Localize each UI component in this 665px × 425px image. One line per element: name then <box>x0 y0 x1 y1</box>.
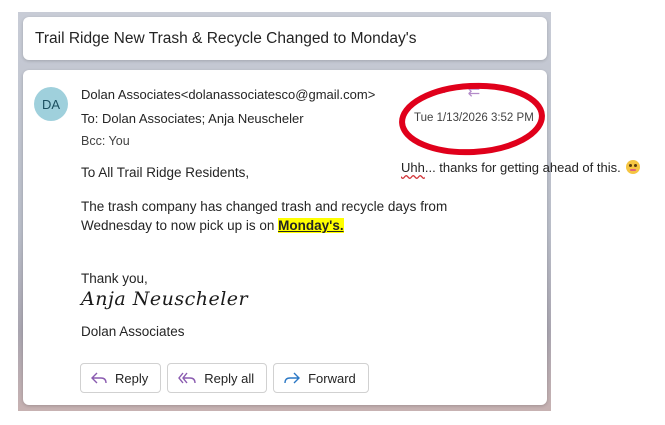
red-circle-annotation <box>399 82 545 156</box>
forward-arrow-icon <box>284 372 301 384</box>
closing: Thank you, <box>81 271 148 286</box>
flushed-face-icon <box>625 160 640 174</box>
signature: Anja Neuscheler <box>81 288 249 310</box>
recipients[interactable]: To: Dolan Associates; Anja Neuscheler <box>81 111 304 126</box>
company-name: Dolan Associates <box>81 324 185 339</box>
reply-all-label: Reply all <box>204 370 255 386</box>
forward-label: Forward <box>308 370 356 386</box>
forward-button[interactable]: Forward <box>273 363 369 393</box>
body-text: The trash company has changed trash and … <box>81 199 448 233</box>
reply-arrow-icon <box>91 372 107 384</box>
comment-annotation: Uhh... thanks for getting ahead of this. <box>401 160 640 175</box>
bcc-line: Bcc: You <box>81 134 130 148</box>
comment-text: ... thanks for getting ahead of this. <box>424 160 621 175</box>
misspelled-word: Uhh <box>401 160 425 175</box>
reply-all-arrow-icon <box>178 372 196 384</box>
reply-button[interactable]: Reply <box>80 363 162 393</box>
subject-header: Trail Ridge New Trash & Recycle Changed … <box>23 17 547 60</box>
sender[interactable]: Dolan Associates<dolanassociatesco@gmail… <box>81 87 375 102</box>
greeting: To All Trail Ridge Residents, <box>81 165 250 180</box>
email-subject: Trail Ridge New Trash & Recycle Changed … <box>35 29 417 47</box>
body-paragraph: The trash company has changed trash and … <box>81 197 521 235</box>
avatar[interactable]: DA <box>34 87 68 121</box>
action-bar: Reply Reply all Forward <box>80 363 369 393</box>
reply-label: Reply <box>115 370 149 386</box>
highlighted-day: Monday's. <box>278 218 344 233</box>
reply-all-button[interactable]: Reply all <box>167 363 268 393</box>
